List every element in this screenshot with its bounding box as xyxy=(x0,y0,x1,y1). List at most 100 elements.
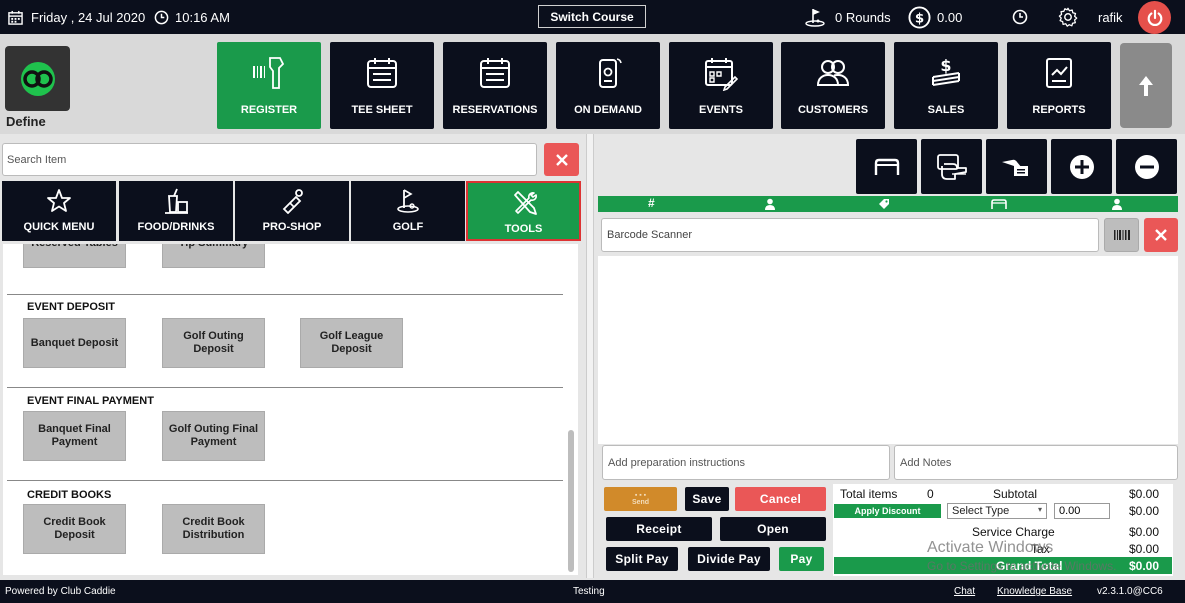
apply-discount-button[interactable]: Apply Discount xyxy=(834,504,941,518)
notes-input[interactable] xyxy=(894,445,1178,480)
nav-customers-label: CUSTOMERS xyxy=(797,104,869,116)
cart-items-list xyxy=(598,256,1178,444)
add-quantity-button[interactable] xyxy=(1051,139,1112,194)
username[interactable]: rafik xyxy=(1098,0,1123,34)
switch-course-button[interactable]: Switch Course xyxy=(538,5,646,28)
close-icon xyxy=(1155,229,1167,241)
item-list-scrollbar[interactable] xyxy=(568,430,574,572)
item-list: Reserved Tables Tip Summary EVENT DEPOSI… xyxy=(3,244,578,575)
item-golf-league-deposit[interactable]: Golf League Deposit xyxy=(300,318,403,368)
money-stack-icon: $ xyxy=(932,56,960,86)
clock-icon xyxy=(154,10,169,24)
settings-button[interactable] xyxy=(1057,0,1079,34)
save-button[interactable]: Save xyxy=(685,487,729,511)
date-text: Friday , 24 Jul 2020 xyxy=(31,9,146,25)
category-tools-label: TOOLS xyxy=(504,223,543,235)
section-divider xyxy=(7,387,563,388)
item-credit-book-deposit[interactable]: Credit Book Deposit xyxy=(23,504,126,554)
tag-icon xyxy=(879,199,889,209)
environment-label: Testing xyxy=(573,586,605,597)
section-title-event-deposit: EVENT DEPOSIT xyxy=(27,301,116,313)
discount-amount-input[interactable] xyxy=(1054,503,1110,519)
service-charge-label: Service Charge xyxy=(972,525,1055,539)
power-icon xyxy=(1147,9,1162,26)
divide-pay-button[interactable]: Divide Pay xyxy=(688,547,770,571)
barcode-button[interactable] xyxy=(1104,218,1139,252)
report-chart-icon xyxy=(1046,58,1072,88)
scroll-up-button[interactable] xyxy=(1120,43,1172,128)
nav-tee-sheet[interactable]: TEE SHEET xyxy=(330,42,434,129)
balance-display[interactable]: $ 0.00 xyxy=(908,0,962,34)
category-food-drinks-label: FOOD/DRINKS xyxy=(137,221,215,233)
section-divider xyxy=(7,294,563,295)
history-clock-button[interactable] xyxy=(1012,0,1028,34)
open-button[interactable]: Open xyxy=(720,517,826,541)
receipt-button[interactable]: Receipt xyxy=(606,517,712,541)
rounds-display[interactable]: 0 Rounds xyxy=(805,0,891,34)
nav-events[interactable]: EVENTS xyxy=(669,42,773,129)
remove-quantity-button[interactable] xyxy=(1116,139,1177,194)
section-title-event-final-payment: EVENT FINAL PAYMENT xyxy=(27,395,154,407)
item-banquet-deposit[interactable]: Banquet Deposit xyxy=(23,318,126,368)
nav-reservations[interactable]: RESERVATIONS xyxy=(443,42,547,129)
item-reserved-tables[interactable]: Reserved Tables xyxy=(23,244,126,268)
search-item-input[interactable] xyxy=(2,143,537,176)
minus-circle-icon xyxy=(1134,154,1159,179)
table-icon xyxy=(874,158,899,175)
powered-by: Powered by Club Caddie xyxy=(5,586,116,597)
clock-icon xyxy=(1012,9,1028,25)
pay-button[interactable]: Pay xyxy=(779,547,824,571)
item-credit-book-distribution[interactable]: Credit Book Distribution xyxy=(162,504,265,554)
service-charge-value: $0.00 xyxy=(1129,525,1160,539)
golf-flag-icon xyxy=(805,9,825,27)
hand-payment-button[interactable] xyxy=(986,139,1047,194)
send-button[interactable]: ▪ ▪ ▪ Send xyxy=(604,487,677,511)
nav-sales[interactable]: $ SALES xyxy=(894,42,998,129)
category-food-drinks[interactable]: FOOD/DRINKS xyxy=(119,181,233,241)
discount-type-select[interactable]: Select Type ▾ xyxy=(947,503,1047,519)
item-golf-outing-deposit[interactable]: Golf Outing Deposit xyxy=(162,318,265,368)
cancel-button[interactable]: Cancel xyxy=(735,487,826,511)
item-tip-summary[interactable]: Tip Summary xyxy=(162,244,265,268)
logout-button[interactable] xyxy=(1138,1,1171,34)
item-banquet-final-payment[interactable]: Banquet Final Payment xyxy=(23,411,126,461)
barcode-scanner-input[interactable] xyxy=(601,218,1099,252)
total-items-label: Total items xyxy=(840,487,898,501)
preparation-instructions-input[interactable] xyxy=(602,445,890,480)
category-golf[interactable]: GOLF xyxy=(351,181,465,241)
mobile-phone-icon xyxy=(599,58,622,88)
star-icon xyxy=(47,189,71,212)
nav-customers[interactable]: CUSTOMERS xyxy=(781,42,885,129)
logo xyxy=(5,46,70,111)
date-display: Friday , 24 Jul 2020 xyxy=(8,0,145,34)
search-clear-button[interactable] xyxy=(544,143,579,176)
category-tools[interactable]: TOOLS xyxy=(466,181,581,241)
balance-text: 0.00 xyxy=(937,9,963,25)
plus-circle-icon xyxy=(1069,154,1094,179)
item-golf-outing-final-payment[interactable]: Golf Outing Final Payment xyxy=(162,411,265,461)
hand-card-icon xyxy=(936,153,967,180)
gear-icon xyxy=(1058,7,1078,27)
top-bar: Friday , 24 Jul 2020 10:16 AM Switch Cou… xyxy=(0,0,1185,34)
nav-on-demand-label: ON DEMAND xyxy=(574,104,642,116)
hand-payment-icon xyxy=(1001,159,1028,176)
category-quick-menu[interactable]: QUICK MENU xyxy=(2,181,116,241)
nav-reports[interactable]: REPORTS xyxy=(1007,42,1111,129)
category-pro-shop-label: PRO-SHOP xyxy=(262,221,322,233)
header: Define REGISTER TEE SHEET RESERVATIONS O… xyxy=(0,34,1185,134)
category-pro-shop[interactable]: PRO-SHOP xyxy=(235,181,349,241)
barcode-icon xyxy=(1113,230,1130,240)
nav-register[interactable]: REGISTER xyxy=(217,42,321,129)
knowledge-base-link[interactable]: Knowledge Base xyxy=(997,586,1072,597)
panel-divider[interactable] xyxy=(586,134,594,578)
close-icon xyxy=(555,153,568,166)
nav-on-demand[interactable]: ON DEMAND xyxy=(556,42,660,129)
table-button[interactable] xyxy=(856,139,917,194)
chat-link[interactable]: Chat xyxy=(954,586,975,597)
nav-reservations-label: RESERVATIONS xyxy=(452,104,538,116)
hand-card-button[interactable] xyxy=(921,139,982,194)
category-quick-menu-label: QUICK MENU xyxy=(23,221,95,233)
svg-text:$: $ xyxy=(940,56,951,75)
split-pay-button[interactable]: Split Pay xyxy=(606,547,678,571)
barcode-clear-button[interactable] xyxy=(1144,218,1178,252)
